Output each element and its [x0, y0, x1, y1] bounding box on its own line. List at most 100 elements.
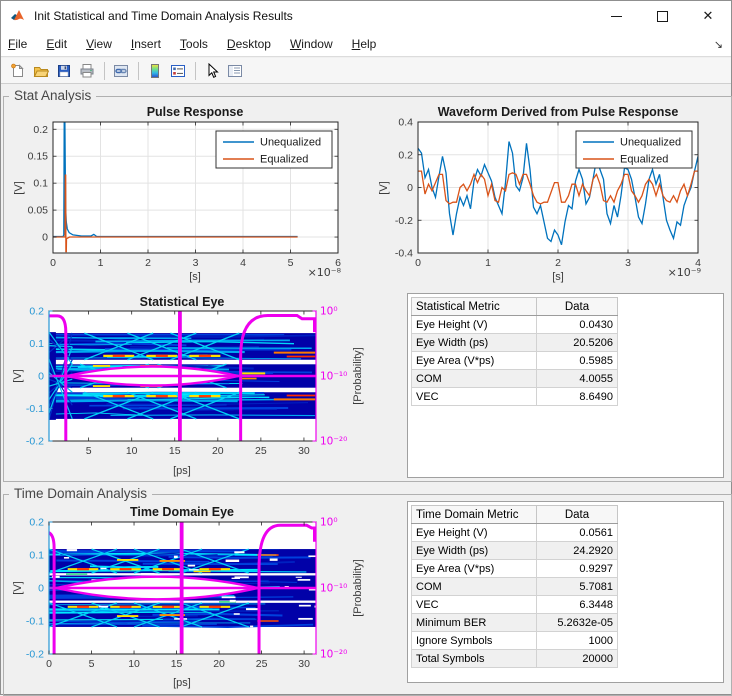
- metric-name-cell: Eye Width (ps): [412, 334, 537, 352]
- table-row: COM4.0055: [412, 370, 618, 388]
- metric-name-cell: Minimum BER: [412, 614, 537, 632]
- metric-name-cell: Ignore Symbols: [412, 632, 537, 650]
- print-figure-button[interactable]: [76, 60, 98, 82]
- y-axis-right-label: [Probability]: [352, 347, 364, 404]
- maximize-icon: [657, 11, 668, 22]
- svg-text:3: 3: [193, 257, 199, 269]
- svg-text:Equalized: Equalized: [260, 154, 308, 166]
- x-axis-label: [ps]: [173, 677, 191, 689]
- svg-text:-0.2: -0.2: [26, 649, 44, 661]
- svg-text:0.4: 0.4: [398, 117, 413, 129]
- toolbar-divider: [195, 62, 196, 80]
- menu-item-file[interactable]: File: [8, 37, 27, 51]
- new-figure-button[interactable]: [7, 60, 29, 82]
- edit-plot-button[interactable]: [201, 60, 223, 82]
- column-header-metric: Statistical Metric: [412, 298, 537, 316]
- metric-value-cell: 0.0561: [537, 524, 618, 542]
- figure-window: { "window": { "title": "Init Statistical…: [0, 0, 732, 695]
- svg-text:0.1: 0.1: [29, 338, 44, 350]
- svg-text:30: 30: [298, 658, 310, 670]
- svg-text:0.2: 0.2: [29, 306, 44, 318]
- svg-text:30: 30: [298, 445, 310, 457]
- menu-item-insert[interactable]: Insert: [131, 37, 161, 51]
- statistical-eye-chart[interactable]: Statistical Eye 510152025300.20.10-0.1-0…: [9, 294, 381, 480]
- svg-text:-0.2: -0.2: [395, 215, 413, 227]
- menu-item-tools[interactable]: Tools: [180, 37, 208, 51]
- menu-item-view[interactable]: View: [86, 37, 112, 51]
- svg-text:-0.1: -0.1: [26, 403, 44, 415]
- pointer-icon: [204, 63, 220, 79]
- menu-item-window[interactable]: Window: [290, 37, 333, 51]
- maximize-button[interactable]: [639, 1, 685, 31]
- table-row: COM5.7081: [412, 578, 618, 596]
- svg-text:10⁰: 10⁰: [320, 517, 338, 529]
- metric-name-cell: COM: [412, 370, 537, 388]
- link-plot-button[interactable]: [110, 60, 132, 82]
- save-figure-button[interactable]: [53, 60, 75, 82]
- table-row: Total Symbols20000: [412, 650, 618, 668]
- link-icon: [113, 63, 129, 79]
- table-row: Ignore Symbols1000: [412, 632, 618, 650]
- svg-text:5: 5: [89, 658, 95, 670]
- metric-value-cell: 5.7081: [537, 578, 618, 596]
- y-axis-right-label: [Probability]: [352, 559, 364, 616]
- svg-text:-0.2: -0.2: [26, 436, 44, 448]
- y-axis-left-label: [V]: [12, 369, 24, 382]
- stat-metrics-table-panel: Statistical MetricDataEye Height (V)0.04…: [407, 293, 724, 478]
- minimize-icon: [611, 16, 622, 17]
- menubar: File Edit View Insert Tools Desktop Window Help: [1, 31, 731, 57]
- metric-value-cell: 5.2632e-05: [537, 614, 618, 632]
- menu-item-help[interactable]: Help: [352, 37, 377, 51]
- menu-item-desktop[interactable]: Desktop: [227, 37, 271, 51]
- svg-text:10⁰: 10⁰: [320, 306, 338, 318]
- property-inspector-icon: [227, 63, 243, 79]
- x-axis-label: [ps]: [173, 465, 191, 477]
- chart-title: Pulse Response: [147, 105, 244, 119]
- table-row: VEC6.3448: [412, 596, 618, 614]
- svg-text:0.2: 0.2: [398, 149, 413, 161]
- svg-text:0.05: 0.05: [28, 205, 49, 217]
- chart-title: Statistical Eye: [140, 295, 225, 309]
- insert-colorbar-button[interactable]: [144, 60, 166, 82]
- svg-text:0: 0: [50, 257, 56, 269]
- x-axis-exponent: ×10⁻⁸: [308, 266, 342, 279]
- titlebar: Init Statistical and Time Domain Analysi…: [1, 1, 731, 31]
- menu-item-edit[interactable]: Edit: [46, 37, 67, 51]
- y-axis-label: [V]: [13, 181, 25, 194]
- waveform-chart[interactable]: Waveform Derived from Pulse Response 012…: [373, 101, 729, 286]
- pulse-response-chart[interactable]: Pulse Response 012345600.050.10.150.2Une…: [9, 101, 361, 286]
- svg-text:0.2: 0.2: [33, 124, 48, 136]
- metric-name-cell: Eye Area (V*ps): [412, 560, 537, 578]
- column-header-data: Data: [537, 506, 618, 524]
- svg-text:-0.1: -0.1: [26, 616, 44, 628]
- svg-text:10⁻²⁰: 10⁻²⁰: [320, 436, 347, 448]
- toolbar-divider: [104, 62, 105, 80]
- time-domain-metrics-table: Time Domain MetricDataEye Height (V)0.05…: [411, 505, 618, 668]
- metric-name-cell: VEC: [412, 596, 537, 614]
- save-icon: [56, 63, 72, 79]
- toolbar-divider: [138, 62, 139, 80]
- svg-text:20: 20: [212, 445, 224, 457]
- figure-toolbar: [1, 58, 731, 84]
- svg-text:0: 0: [407, 182, 413, 194]
- time-domain-eye-chart[interactable]: Time Domain Eye 0510152025300.20.10-0.1-…: [9, 498, 381, 690]
- metric-name-cell: Total Symbols: [412, 650, 537, 668]
- metric-value-cell: 24.2920: [537, 542, 618, 560]
- metric-name-cell: Eye Width (ps): [412, 542, 537, 560]
- column-header-data: Data: [537, 298, 618, 316]
- minimize-button[interactable]: [593, 1, 639, 31]
- metric-value-cell: 20000: [537, 650, 618, 668]
- time-domain-metrics-table-panel: Time Domain MetricDataEye Height (V)0.05…: [407, 501, 724, 683]
- svg-text:10: 10: [128, 658, 140, 670]
- property-inspector-button[interactable]: [224, 60, 246, 82]
- table-row: Eye Width (ps)20.5206: [412, 334, 618, 352]
- close-button[interactable]: ✕: [685, 1, 731, 31]
- svg-text:20: 20: [213, 658, 225, 670]
- svg-text:Unequalized: Unequalized: [620, 137, 681, 149]
- svg-text:15: 15: [171, 658, 183, 670]
- insert-legend-button[interactable]: [167, 60, 189, 82]
- open-file-button[interactable]: [30, 60, 52, 82]
- table-row: Eye Height (V)0.0430: [412, 316, 618, 334]
- metric-value-cell: 0.9297: [537, 560, 618, 578]
- dock-figure-icon[interactable]: ↘: [714, 38, 723, 51]
